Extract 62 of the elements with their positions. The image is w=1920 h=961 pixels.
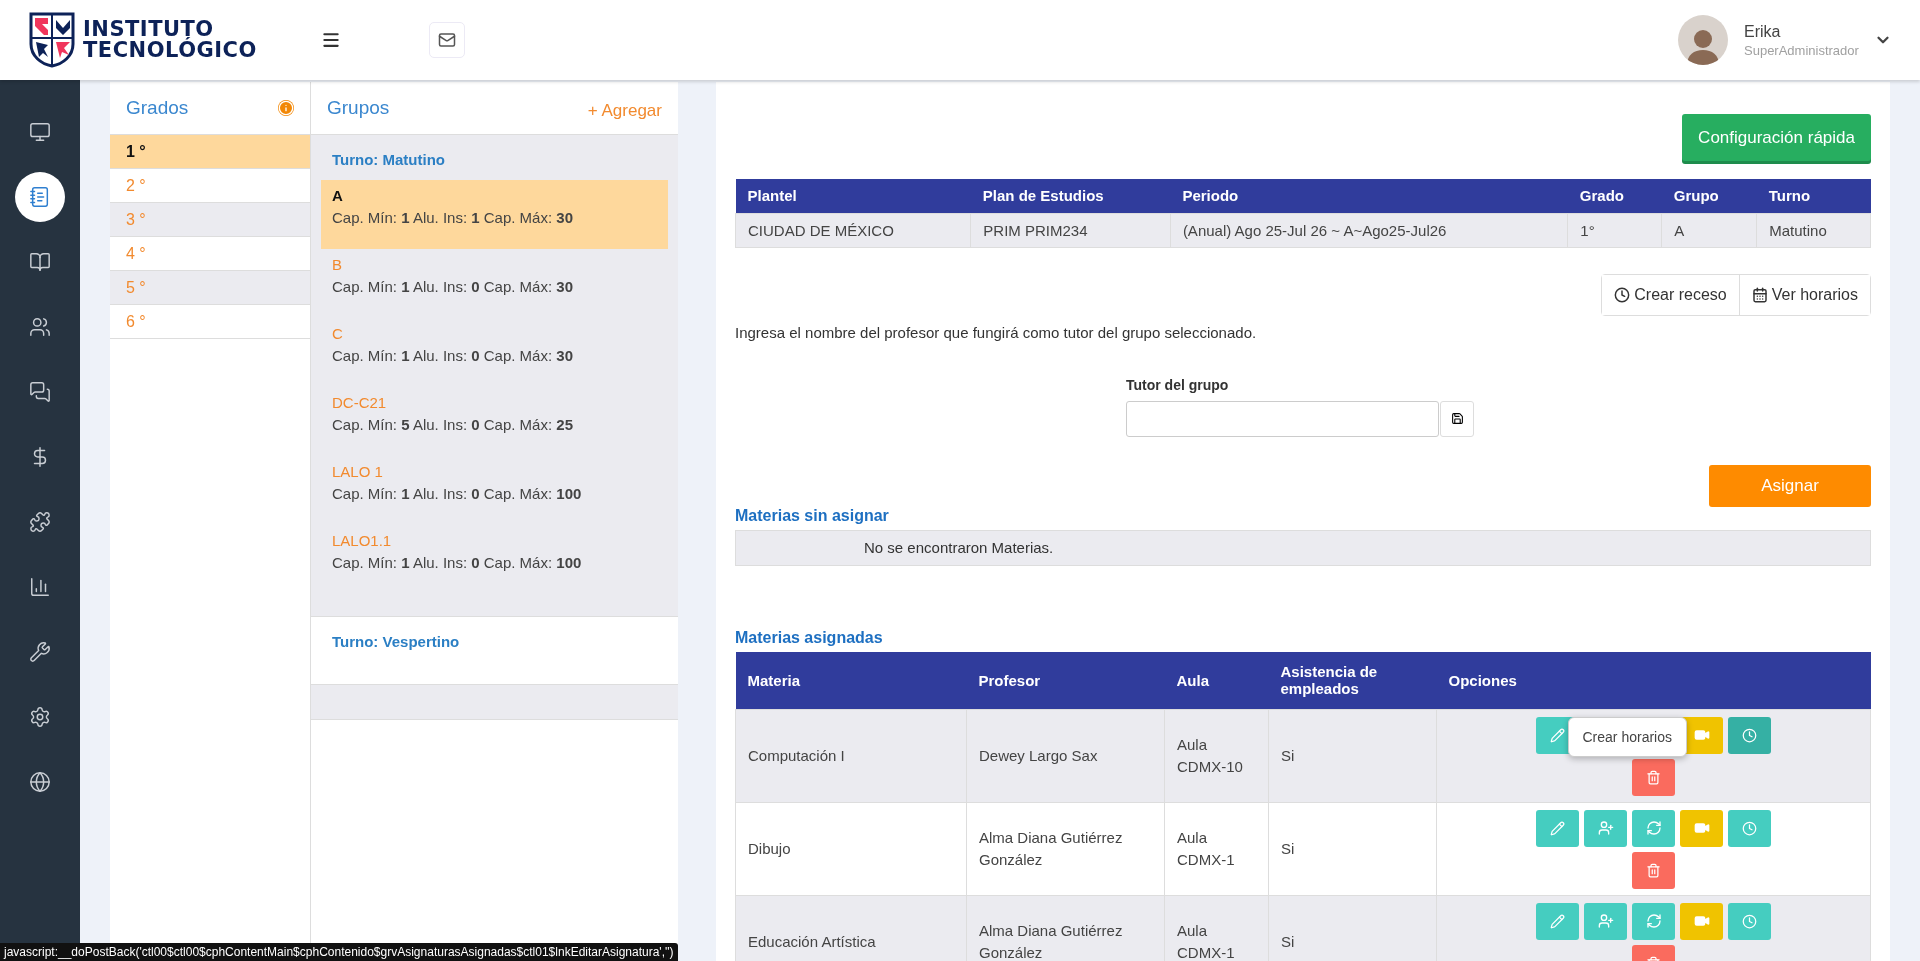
group-capacity: Cap. Mín: 1 Alu. Ins: 0 Cap. Máx: 30 (332, 347, 574, 364)
group-capacity: Cap. Mín: 5 Alu. Ins: 0 Cap. Máx: 25 (332, 416, 574, 433)
group-capacity: Cap. Mín: 1 Alu. Ins: 0 Cap. Máx: 100 (332, 554, 583, 571)
table-cell: Si (1268, 709, 1437, 803)
table-cell: Aula CDMX-10 (1164, 709, 1269, 803)
user-role: SuperAdministrador (1744, 42, 1860, 58)
table-cell: Aula CDMX-1 (1164, 802, 1269, 896)
instruction-text: Ingresa el nombre del profesor que fungirá como tutor del grupo seleccionado. (735, 323, 1258, 341)
table-cell: Dewey Largo Sax (966, 709, 1165, 803)
group-name: B (332, 256, 343, 273)
group-name: LALO 1 (332, 463, 384, 480)
user-name: Erika (1744, 22, 1782, 41)
group-name: C (332, 325, 344, 342)
column-header: Profesor (966, 651, 1165, 710)
table-cell: Aula CDMX-1 (1164, 895, 1269, 961)
group-name: A (332, 187, 344, 204)
table-cell: A (1661, 213, 1757, 247)
column-header: Asistencia de empleados (1268, 651, 1437, 710)
table-cell: Educación Artística (735, 895, 967, 961)
toolbar-button[interactable]: Ver horarios (1738, 274, 1870, 315)
shift-title: Turno: Vespertino (331, 633, 461, 650)
column-header: Plan de Estudios (970, 179, 1171, 213)
column-header: Materia (735, 651, 967, 710)
group-item[interactable]: LALO1.1 Cap. Mín: 1 Alu. Ins: 0 Cap. Máx: 100 (321, 525, 668, 594)
column-header: Opciones (1436, 651, 1871, 710)
tooltip: Crear horarios (1567, 716, 1687, 757)
group-item[interactable]: DC-C21 Cap. Mín: 5 Alu. Ins: 0 Cap. Máx: 25 (321, 387, 668, 456)
group-item[interactable]: B Cap. Mín: 1 Alu. Ins: 0 Cap. Máx: 30 (321, 249, 668, 318)
group-item[interactable]: C Cap. Mín: 1 Alu. Ins: 0 Cap. Máx: 30 (321, 318, 668, 387)
column-title: Grupos (327, 97, 390, 119)
table-cell: Alma Diana Gutiérrez González (966, 802, 1165, 896)
group-name: DC-C21 (332, 394, 388, 411)
table-cell: Si (1268, 895, 1437, 961)
table-cell: (Anual) Ago 25-Jul 26 ~ A~Ago25-Jul26 (1170, 213, 1568, 247)
group-capacity: Cap. Mín: 1 Alu. Ins: 0 Cap. Máx: 100 (332, 485, 583, 502)
table-cell: Matutino (1756, 213, 1871, 247)
table-cell: 1° (1567, 213, 1662, 247)
table-cell: CIUDAD DE MÉXICO (735, 213, 971, 247)
column-header: Grado (1567, 179, 1662, 213)
section-title: Materias sin asignar (735, 506, 890, 525)
shift-title: Turno: Matutino (331, 151, 447, 168)
column-header: Plantel (735, 179, 971, 213)
status-bar-url: javascript:__doPostBack('ctl00$ctl00$cphContentMain$cphContenido$grvAsignaturasAsignadas$ctl01$lnkEditarAsignatura','') (0, 943, 678, 961)
group-item[interactable]: A Cap. Mín: 1 Alu. Ins: 1 Cap. Máx: 30 (321, 180, 668, 249)
group-capacity: Cap. Mín: 1 Alu. Ins: 0 Cap. Máx: 30 (332, 278, 574, 295)
column-header: Periodo (1170, 179, 1568, 213)
table-cell: Computación I (735, 709, 967, 803)
table-cell: Si (1268, 802, 1437, 896)
group-name: LALO1.1 (332, 532, 393, 549)
column-header: Aula (1164, 651, 1269, 710)
grade-item[interactable]: 1 ° (110, 135, 310, 169)
column-title: Grados (126, 97, 189, 119)
group-item[interactable]: LALO 1 Cap. Mín: 1 Alu. Ins: 0 Cap. Máx: 100 (321, 456, 668, 525)
empty-message: No se encontraron Materias. (735, 529, 1871, 566)
field-label: Tutor del grupo (1126, 376, 1230, 393)
column-header: Grupo (1661, 179, 1757, 213)
group-capacity: Cap. Mín: 1 Alu. Ins: 1 Cap. Máx: 30 (332, 209, 574, 226)
section-title: Materias asignadas (735, 628, 884, 647)
table-cell: Dibujo (735, 802, 967, 896)
table-cell: PRIM PRIM234 (970, 213, 1171, 247)
column-header: Turno (1756, 179, 1871, 213)
table-cell: Alma Diana Gutiérrez González (966, 895, 1165, 961)
